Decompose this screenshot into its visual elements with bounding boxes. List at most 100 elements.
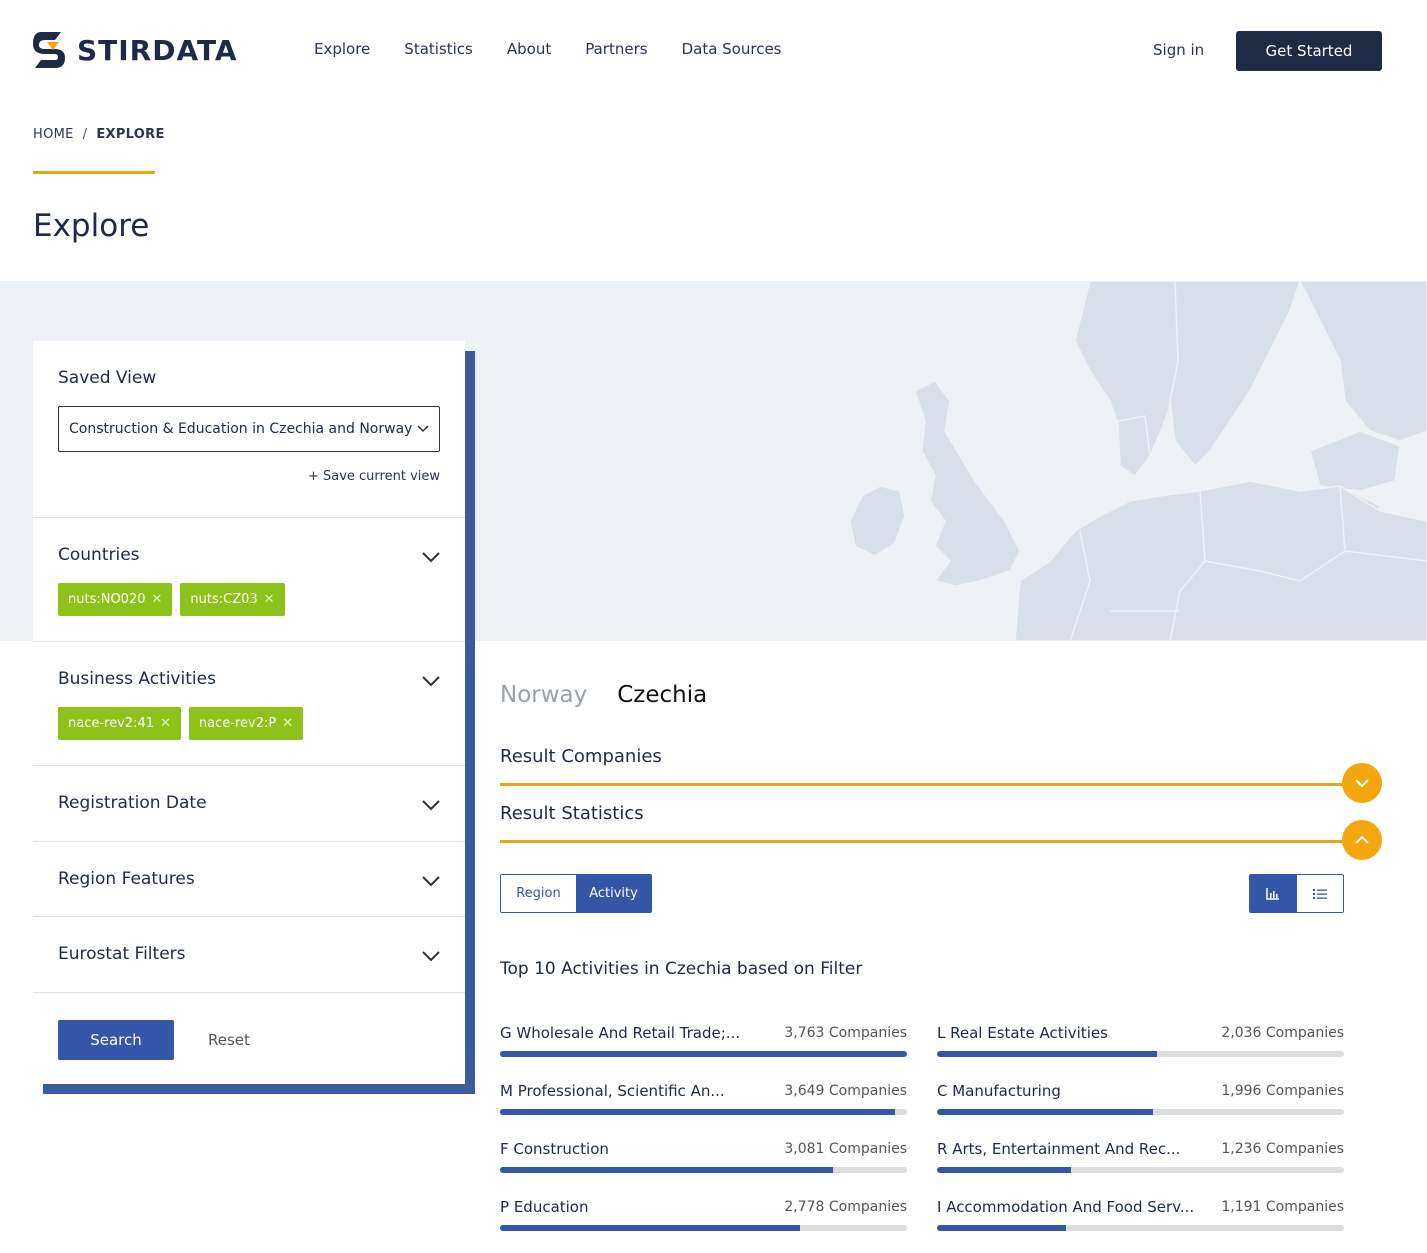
activity-count: 3,763 Companies	[784, 1025, 907, 1041]
activity-bar-fill	[500, 1109, 895, 1115]
chevron-up-icon	[1355, 835, 1369, 844]
list-view-button[interactable]	[1296, 875, 1343, 912]
region-features-section[interactable]: Region Features	[33, 842, 465, 917]
main-nav: Explore Statistics About Partners Data S…	[314, 40, 816, 58]
remove-chip-icon[interactable]: ✕	[282, 716, 293, 731]
registration-date-section[interactable]: Registration Date	[33, 766, 465, 842]
chip-label: nuts:CZ03	[190, 592, 258, 607]
activity-count: 3,081 Companies	[784, 1141, 907, 1157]
tab-norway[interactable]: Norway	[500, 682, 587, 708]
activity-count: 3,649 Companies	[784, 1083, 907, 1099]
activity-item: C Manufacturing 1,996 Companies	[937, 1082, 1344, 1122]
top-activities-title: Top 10 Activities in Czechia based on Fi…	[500, 959, 863, 979]
activity-count: 1,996 Companies	[1221, 1083, 1344, 1099]
breadcrumb-separator: /	[82, 127, 88, 142]
toggle-activity[interactable]: Activity	[576, 875, 651, 912]
chip-country: nuts:NO020 ✕	[58, 583, 173, 616]
activity-name: I Accommodation And Food Serv...	[937, 1198, 1195, 1216]
countries-section[interactable]: Countries nuts:NO020 ✕ nuts:CZ03 ✕	[33, 518, 465, 642]
activity-bar-fill	[500, 1167, 834, 1173]
chevron-down-icon[interactable]	[422, 675, 440, 687]
region-features-title: Region Features	[58, 869, 195, 889]
chevron-down-icon[interactable]	[422, 551, 440, 563]
activity-name: G Wholesale And Retail Trade;...	[500, 1024, 741, 1042]
activity-name: L Real Estate Activities	[937, 1024, 1108, 1042]
saved-view-select[interactable]: Construction & Education in Czechia and …	[58, 406, 440, 452]
tab-czechia[interactable]: Czechia	[617, 682, 707, 708]
eurostat-filters-title: Eurostat Filters	[58, 944, 186, 964]
activity-count: 2,778 Companies	[784, 1199, 907, 1215]
chevron-down-icon	[417, 425, 429, 433]
nav-about[interactable]: About	[507, 40, 551, 58]
saved-view-value: Construction & Education in Czechia and …	[69, 421, 413, 437]
activity-count: 1,191 Companies	[1221, 1199, 1344, 1215]
result-statistics-divider	[500, 840, 1362, 843]
site-header: STIRDATA Explore Statistics About Partne…	[0, 0, 1427, 100]
chip-label: nace-rev2:41	[68, 716, 154, 731]
result-statistics-title[interactable]: Result Statistics	[500, 803, 644, 824]
activity-bar-track	[500, 1225, 907, 1231]
activity-bar-fill	[937, 1051, 1158, 1057]
activity-count: 1,236 Companies	[1221, 1141, 1344, 1157]
eurostat-filters-section[interactable]: Eurostat Filters	[33, 917, 465, 993]
chevron-down-icon[interactable]	[422, 799, 440, 811]
activity-item: F Construction 3,081 Companies	[500, 1140, 907, 1180]
sign-in-link[interactable]: Sign in	[1153, 41, 1204, 59]
activity-bar-fill	[500, 1051, 907, 1057]
breadcrumb: HOME / EXPLORE	[33, 127, 165, 142]
activity-bar-fill	[937, 1167, 1071, 1173]
chip-country: nuts:CZ03 ✕	[180, 583, 285, 616]
chevron-down-icon	[1355, 779, 1369, 788]
expand-companies-button[interactable]	[1342, 763, 1382, 803]
brand-logo[interactable]: STIRDATA	[33, 30, 238, 70]
result-companies-divider	[500, 783, 1362, 786]
remove-chip-icon[interactable]: ✕	[264, 592, 275, 607]
list-icon	[1312, 888, 1327, 899]
activity-bar-track	[500, 1109, 907, 1115]
countries-chips: nuts:NO020 ✕ nuts:CZ03 ✕	[58, 583, 293, 616]
remove-chip-icon[interactable]: ✕	[152, 592, 163, 607]
countries-title: Countries	[58, 545, 140, 565]
activity-item: G Wholesale And Retail Trade;... 3,763 Co…	[500, 1024, 907, 1064]
activity-bar-track	[500, 1051, 907, 1057]
chip-activity: nace-rev2:P ✕	[188, 707, 304, 740]
chevron-down-icon[interactable]	[422, 875, 440, 887]
chart-view-button[interactable]	[1250, 875, 1297, 912]
business-activities-title: Business Activities	[58, 669, 216, 689]
activity-bar-fill	[500, 1225, 801, 1231]
activity-item: R Arts, Entertainment And Rec... 1,236 Co…	[937, 1140, 1344, 1180]
chip-label: nace-rev2:P	[198, 716, 277, 731]
breadcrumb-current: EXPLORE	[96, 127, 165, 142]
stirdata-logo-icon	[33, 32, 65, 68]
nav-partners[interactable]: Partners	[585, 40, 647, 58]
activity-item: P Education 2,778 Companies	[500, 1198, 907, 1238]
search-button[interactable]: Search	[58, 1020, 174, 1060]
activity-name: R Arts, Entertainment And Rec...	[937, 1140, 1181, 1158]
activity-name: P Education	[500, 1198, 589, 1216]
chip-activity: nace-rev2:41 ✕	[58, 707, 181, 740]
activity-bar-fill	[937, 1109, 1153, 1115]
get-started-button[interactable]: Get Started	[1236, 31, 1382, 71]
page-title: Explore	[33, 208, 150, 244]
save-current-view-button[interactable]: + Save current view	[308, 469, 440, 484]
brand-name: STIRDATA	[77, 33, 238, 67]
remove-chip-icon[interactable]: ✕	[160, 716, 171, 731]
activity-bar-track	[937, 1225, 1344, 1231]
activity-item: I Accommodation And Food Serv... 1,191 Co…	[937, 1198, 1344, 1238]
breadcrumb-home[interactable]: HOME	[33, 127, 74, 142]
reset-button[interactable]: Reset	[208, 1031, 250, 1049]
toggle-region[interactable]: Region	[501, 875, 576, 912]
activity-name: F Construction	[500, 1140, 609, 1158]
registration-date-title: Registration Date	[58, 793, 207, 813]
business-activities-section[interactable]: Business Activities nace-rev2:41 ✕ nace-r…	[33, 642, 465, 766]
saved-view-title: Saved View	[58, 368, 157, 388]
nav-data-sources[interactable]: Data Sources	[682, 40, 782, 58]
nav-statistics[interactable]: Statistics	[404, 40, 473, 58]
region-activity-toggle: Region Activity	[500, 874, 652, 913]
nav-explore[interactable]: Explore	[314, 40, 370, 58]
activity-item: M Professional, Scientific An... 3,649 Co…	[500, 1082, 907, 1122]
chevron-down-icon[interactable]	[422, 950, 440, 962]
bar-chart-icon	[1266, 887, 1280, 900]
result-companies-title[interactable]: Result Companies	[500, 746, 662, 767]
collapse-statistics-button[interactable]	[1342, 820, 1382, 860]
